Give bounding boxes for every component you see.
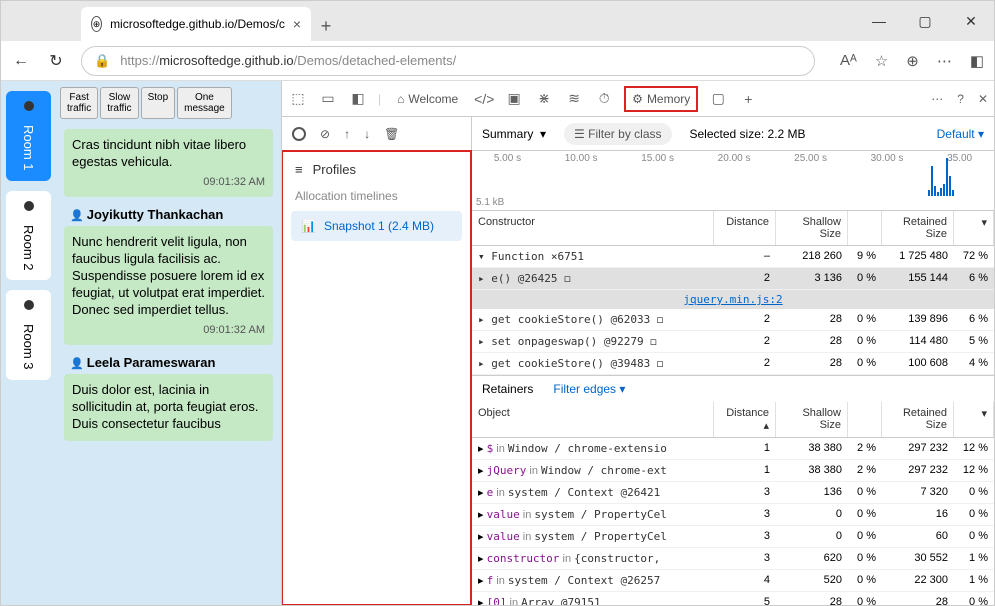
address-input[interactable]: 🔒 https://microsoftedge.github.io/Demos/… xyxy=(81,46,815,76)
clear-icon[interactable]: ⊘ xyxy=(320,127,330,141)
selected-size-label: Selected size: 2.2 MB xyxy=(690,127,806,141)
more-tabs-icon[interactable]: + xyxy=(738,91,758,107)
tab-memory[interactable]: ⚙ Memory xyxy=(624,86,698,112)
constructor-row[interactable]: ▸ get cookieStore() @39483 ◻2280 %100 60… xyxy=(472,353,994,375)
retainer-row[interactable]: ▸ $ in Window / chrome-extensio138 3802 … xyxy=(472,438,994,460)
close-window-button[interactable]: ✕ xyxy=(948,1,994,41)
save-icon[interactable]: ↓ xyxy=(364,127,370,141)
titlebar: ⊕ microsoftedge.github.io/Demos/c × + — … xyxy=(1,1,994,41)
delete-icon[interactable]: 🗑 xyxy=(384,127,399,141)
refresh-button[interactable]: ↻ xyxy=(46,51,66,71)
browser-tab[interactable]: ⊕ microsoftedge.github.io/Demos/c × xyxy=(81,7,311,41)
elements-icon[interactable]: </> xyxy=(474,91,494,107)
tab-welcome[interactable]: ⌂ Welcome xyxy=(391,88,464,110)
filter-input[interactable]: ☰ Filter by class xyxy=(564,123,671,145)
retainer-row[interactable]: ▸ f in system / Context @2625745200 %22 … xyxy=(472,570,994,592)
reading-icon[interactable]: Aᴬ xyxy=(840,52,857,70)
snapshot-item[interactable]: 📊 Snapshot 1 (2.4 MB) xyxy=(291,211,462,241)
constructor-row[interactable]: ▸ get cookieStore() @62033 ◻2280 %139 89… xyxy=(472,309,994,331)
device-icon[interactable]: ▭ xyxy=(318,90,338,107)
constructor-row[interactable]: ▸ set onpageswap() @92279 ◻2280 %114 480… xyxy=(472,331,994,353)
retainer-row[interactable]: ▸ constructor in {constructor,36200 %30 … xyxy=(472,548,994,570)
view-select[interactable]: Summary ▾ xyxy=(482,127,546,141)
message-body: Duis dolor est, lacinia in sollicitudin … xyxy=(64,374,273,441)
message-author: Joyikutty Thankachan xyxy=(70,207,273,222)
close-devtools-icon[interactable]: ✕ xyxy=(978,92,988,106)
retainer-row[interactable]: ▸ e in system / Context @2642131360 %7 3… xyxy=(472,482,994,504)
favorite-icon[interactable]: ☆ xyxy=(875,52,888,70)
dock-icon[interactable]: ◧ xyxy=(348,90,368,107)
globe-icon: ⊕ xyxy=(91,16,102,32)
message-body: Nunc hendrerit velit ligula, non faucibu… xyxy=(64,226,273,345)
default-select[interactable]: Default ▾ xyxy=(937,127,984,141)
one-message-button[interactable]: One message xyxy=(177,87,232,119)
close-tab-icon[interactable]: × xyxy=(293,16,301,32)
console-icon[interactable]: ▣ xyxy=(504,90,524,107)
maximize-button[interactable]: ▢ xyxy=(902,1,948,41)
retainer-row[interactable]: ▸ value in system / PropertyCel300 %160 … xyxy=(472,504,994,526)
retainers-label: Retainers xyxy=(482,382,533,396)
timeline-chart[interactable]: 5.00 s10.00 s15.00 s20.00 s25.00 s30.00 … xyxy=(472,151,994,211)
message-body: Cras tincidunt nibh vitae libero egestas… xyxy=(64,129,273,197)
filter-edges[interactable]: Filter edges ▾ xyxy=(553,382,625,396)
new-tab-button[interactable]: + xyxy=(311,11,341,41)
room-1[interactable]: Room 1 xyxy=(6,91,51,181)
sidebar-icon[interactable]: ◧ xyxy=(970,52,984,70)
retainer-row[interactable]: ▸ value in system / PropertyCel300 %600 … xyxy=(472,526,994,548)
app-icon[interactable]: ▢ xyxy=(708,90,728,107)
menu-icon[interactable]: ⋯ xyxy=(937,52,952,70)
sources-icon[interactable]: ⋇ xyxy=(534,90,554,107)
devtools-panel: ⬚ ▭ ◧ | ⌂ Welcome </> ▣ ⋇ ≋ ⏱ ⚙ Memory ▢… xyxy=(281,81,994,605)
retainer-row[interactable]: ▸ jQuery in Window / chrome-ext138 3802 … xyxy=(472,460,994,482)
retainers-header[interactable]: Object Distance ▴ Shallow Size Retained … xyxy=(472,402,994,438)
constructor-row[interactable]: ▾ Function ×6751–218 2609 %1 725 48072 % xyxy=(472,246,994,268)
record-icon[interactable] xyxy=(292,127,306,141)
load-icon[interactable]: ↑ xyxy=(344,127,350,141)
minimize-button[interactable]: — xyxy=(856,1,902,41)
network-icon[interactable]: ≋ xyxy=(564,90,584,107)
help-icon[interactable]: ? xyxy=(957,92,964,106)
room-3[interactable]: Room 3 xyxy=(6,290,51,380)
performance-icon[interactable]: ⏱ xyxy=(594,90,614,107)
lock-icon: 🔒 xyxy=(94,53,110,69)
room-2[interactable]: Room 2 xyxy=(6,191,51,281)
constructor-row[interactable]: ▸ e() @26425 ◻23 1360 %155 1446 % xyxy=(472,268,994,290)
collections-icon[interactable]: ⊕ xyxy=(906,52,919,70)
constructor-header[interactable]: Constructor Distance Shallow Size Retain… xyxy=(472,211,994,246)
fast-traffic-button[interactable]: Fast traffic xyxy=(60,87,98,119)
inspect-icon[interactable]: ⬚ xyxy=(288,90,308,107)
stop-button[interactable]: Stop xyxy=(141,87,176,119)
retainer-row[interactable]: ▸ [0] in Array @791515280 %280 % xyxy=(472,592,994,605)
tab-title: microsoftedge.github.io/Demos/c xyxy=(110,17,285,31)
url-bar: ← ↻ 🔒 https://microsoftedge.github.io/De… xyxy=(1,41,994,81)
alloc-timelines-label: Allocation timelines xyxy=(283,187,470,209)
slow-traffic-button[interactable]: Slow traffic xyxy=(100,87,138,119)
app-content: Room 1 Room 2 Room 3 Fast traffic Slow t… xyxy=(1,81,281,605)
message-author: Leela Parameswaran xyxy=(70,355,273,370)
back-button[interactable]: ← xyxy=(11,52,31,70)
profiles-header: ≡ Profiles xyxy=(283,152,470,187)
more-icon[interactable]: ⋯ xyxy=(931,92,943,106)
source-link[interactable]: jquery.min.js:2 xyxy=(472,290,994,309)
